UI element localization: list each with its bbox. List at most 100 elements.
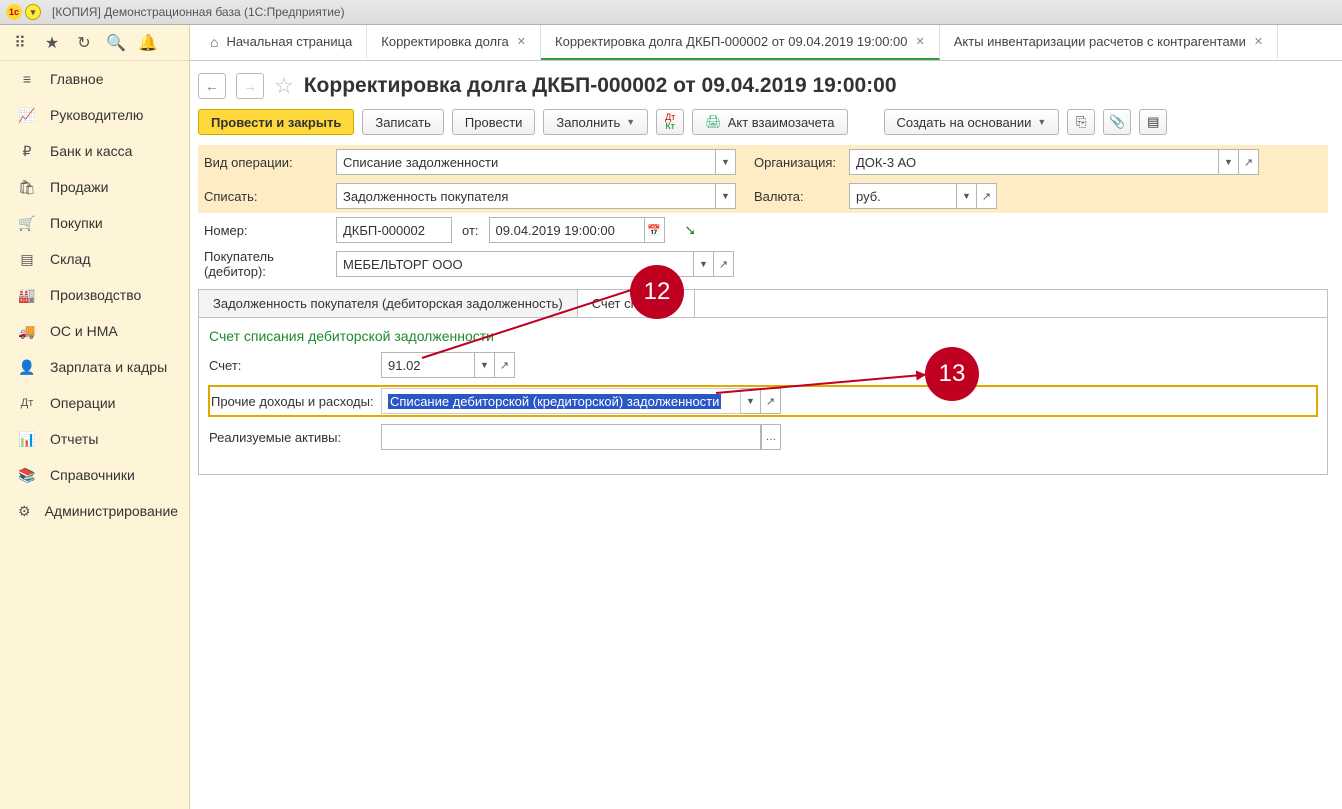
apps-icon[interactable]: ⠿ [10, 33, 30, 53]
account-label: Счет: [209, 358, 381, 373]
print-act-button[interactable]: 🖨Акт взаимозачета [692, 109, 847, 135]
currency-label: Валюта: [754, 189, 849, 204]
sidebar-item-assets[interactable]: 🚚ОС и НМА [0, 313, 189, 349]
app-1c-icon: 1c [6, 4, 22, 20]
favorite-star-icon[interactable]: ☆ [274, 73, 294, 99]
toolbar: Провести и закрыть Записать Провести Зап… [198, 109, 1328, 135]
nav-forward-button[interactable]: → [236, 73, 264, 99]
attach-button[interactable]: 📎 [1103, 109, 1131, 135]
sidebar-item-main[interactable]: ≡Главное [0, 61, 189, 97]
sidebar-item-manager[interactable]: 📈Руководителю [0, 97, 189, 133]
sidebar-label: Администрирование [45, 503, 179, 519]
tab-debt-correction-list[interactable]: Корректировка долга✕ [367, 25, 541, 60]
sidebar-label: Главное [50, 71, 104, 87]
sidebar-item-purchases[interactable]: 🛒 Покупки [0, 205, 189, 241]
document-tab-bar: Задолженность покупателя (дебиторская за… [198, 289, 1328, 317]
tab-home[interactable]: ⌂ Начальная страница [196, 25, 367, 60]
calendar-button[interactable]: 📅 [645, 217, 665, 243]
bell-icon[interactable]: 🔔 [138, 33, 158, 53]
home-icon: ⌂ [210, 34, 218, 50]
op-type-dropdown-button[interactable]: ▼ [716, 149, 736, 175]
chevron-down-icon: ▼ [626, 117, 635, 127]
button-label: Акт взаимозачета [728, 115, 835, 130]
bag-icon: 🛍 [18, 178, 36, 196]
create-based-on-button[interactable]: Создать на основании ▼ [884, 109, 1060, 135]
doc-tab-body: Счет списания дебиторской задолженности … [198, 317, 1328, 475]
currency-dropdown-button[interactable]: ▼ [957, 183, 977, 209]
post-button[interactable]: Провести [452, 109, 536, 135]
sidebar-label: Справочники [50, 467, 135, 483]
account-dropdown-button[interactable]: ▼ [475, 352, 495, 378]
sidebar-item-catalogs[interactable]: 📚 Справочники [0, 457, 189, 493]
tab-label: Корректировка долга ДКБП-000002 от 09.04… [555, 34, 908, 49]
tab-bar: ⌂ Начальная страница Корректировка долга✕… [190, 25, 1342, 61]
sidebar-item-admin[interactable]: ⚙ Администрирование [0, 493, 189, 529]
favorites-dropdown-icon[interactable]: ▾ [25, 4, 41, 20]
org-input[interactable]: ДОК-3 АО [849, 149, 1219, 175]
star-icon[interactable]: ★ [42, 33, 62, 53]
close-icon[interactable]: ✕ [916, 35, 925, 48]
sidebar-item-bank[interactable]: ₽ Банк и касса [0, 133, 189, 169]
income-open-button[interactable]: ↗ [761, 388, 781, 414]
list-button[interactable]: ▤ [1139, 109, 1167, 135]
dtkt-button[interactable]: ДтКт [656, 109, 684, 135]
chevron-down-icon: ▼ [1037, 117, 1046, 127]
currency-input[interactable]: руб. [849, 183, 957, 209]
org-dropdown-button[interactable]: ▼ [1219, 149, 1239, 175]
buyer-open-button[interactable]: ↗ [714, 251, 734, 277]
close-icon[interactable]: ✕ [1254, 35, 1263, 48]
post-and-close-button[interactable]: Провести и закрыть [198, 109, 354, 135]
boxes-icon: ▤ [18, 250, 36, 268]
posted-flag-icon: ➘ [685, 222, 697, 239]
income-input[interactable]: Списание дебиторской (кредиторской) задо… [381, 388, 741, 414]
sidebar-item-warehouse[interactable]: ▤ Склад [0, 241, 189, 277]
truck-icon: 🚚 [18, 322, 36, 340]
cart-icon: 🛒 [18, 214, 36, 232]
assets-select-button[interactable]: … [761, 424, 781, 450]
sidebar-label: Банк и касса [50, 143, 132, 159]
tab-label: Акты инвентаризации расчетов с контраген… [954, 34, 1246, 49]
save-button[interactable]: Записать [362, 109, 444, 135]
factory-icon: 🏭 [18, 286, 36, 304]
copy-button[interactable]: ⎘ [1067, 109, 1095, 135]
currency-open-button[interactable]: ↗ [977, 183, 997, 209]
sidebar-label: Покупки [50, 215, 103, 231]
sidebar-item-reports[interactable]: 📊Отчеты [0, 421, 189, 457]
account-open-button[interactable]: ↗ [495, 352, 515, 378]
write-off-input[interactable]: Задолженность покупателя [336, 183, 716, 209]
sidebar-label: Продажи [50, 179, 108, 195]
number-input[interactable]: ДКБП-000002 [336, 217, 452, 243]
tab-label: Начальная страница [226, 34, 352, 49]
nav-back-button[interactable]: ← [198, 73, 226, 99]
op-type-input[interactable]: Списание задолженности [336, 149, 716, 175]
ruble-icon: ₽ [18, 142, 36, 160]
sidebar-item-salary[interactable]: 👤Зарплата и кадры [0, 349, 189, 385]
tab-debt-correction-doc[interactable]: Корректировка долга ДКБП-000002 от 09.04… [541, 25, 940, 60]
buyer-dropdown-button[interactable]: ▼ [694, 251, 714, 277]
sidebar-label: Склад [50, 251, 91, 267]
fill-button[interactable]: Заполнить ▼ [543, 109, 648, 135]
close-icon[interactable]: ✕ [517, 35, 526, 48]
date-from-label: от: [462, 223, 479, 238]
op-type-label: Вид операции: [198, 155, 336, 170]
sidebar-item-production[interactable]: 🏭 Производство [0, 277, 189, 313]
annotation-callout-13: 13 [925, 347, 979, 401]
gear-icon: ⚙ [18, 502, 31, 520]
org-open-button[interactable]: ↗ [1239, 149, 1259, 175]
sidebar-label: Производство [50, 287, 141, 303]
button-label: Заполнить [556, 115, 620, 130]
tab-inventory-acts[interactable]: Акты инвентаризации расчетов с контраген… [940, 25, 1278, 60]
income-dropdown-button[interactable]: ▼ [741, 388, 761, 414]
write-off-dropdown-button[interactable]: ▼ [716, 183, 736, 209]
sidebar-item-sales[interactable]: 🛍 Продажи [0, 169, 189, 205]
button-label: Создать на основании [897, 115, 1032, 130]
books-icon: 📚 [18, 466, 36, 484]
search-icon[interactable]: 🔍 [106, 33, 126, 53]
sidebar-label: Отчеты [50, 431, 98, 447]
sidebar-item-operations[interactable]: ДтОперации [0, 385, 189, 421]
dtkt-icon: Дт [18, 394, 36, 412]
date-input[interactable]: 09.04.2019 19:00:00 [489, 217, 645, 243]
doc-tab-debt[interactable]: Задолженность покупателя (дебиторская за… [199, 290, 578, 317]
history-icon[interactable]: ↻ [74, 33, 94, 53]
assets-input[interactable] [381, 424, 761, 450]
